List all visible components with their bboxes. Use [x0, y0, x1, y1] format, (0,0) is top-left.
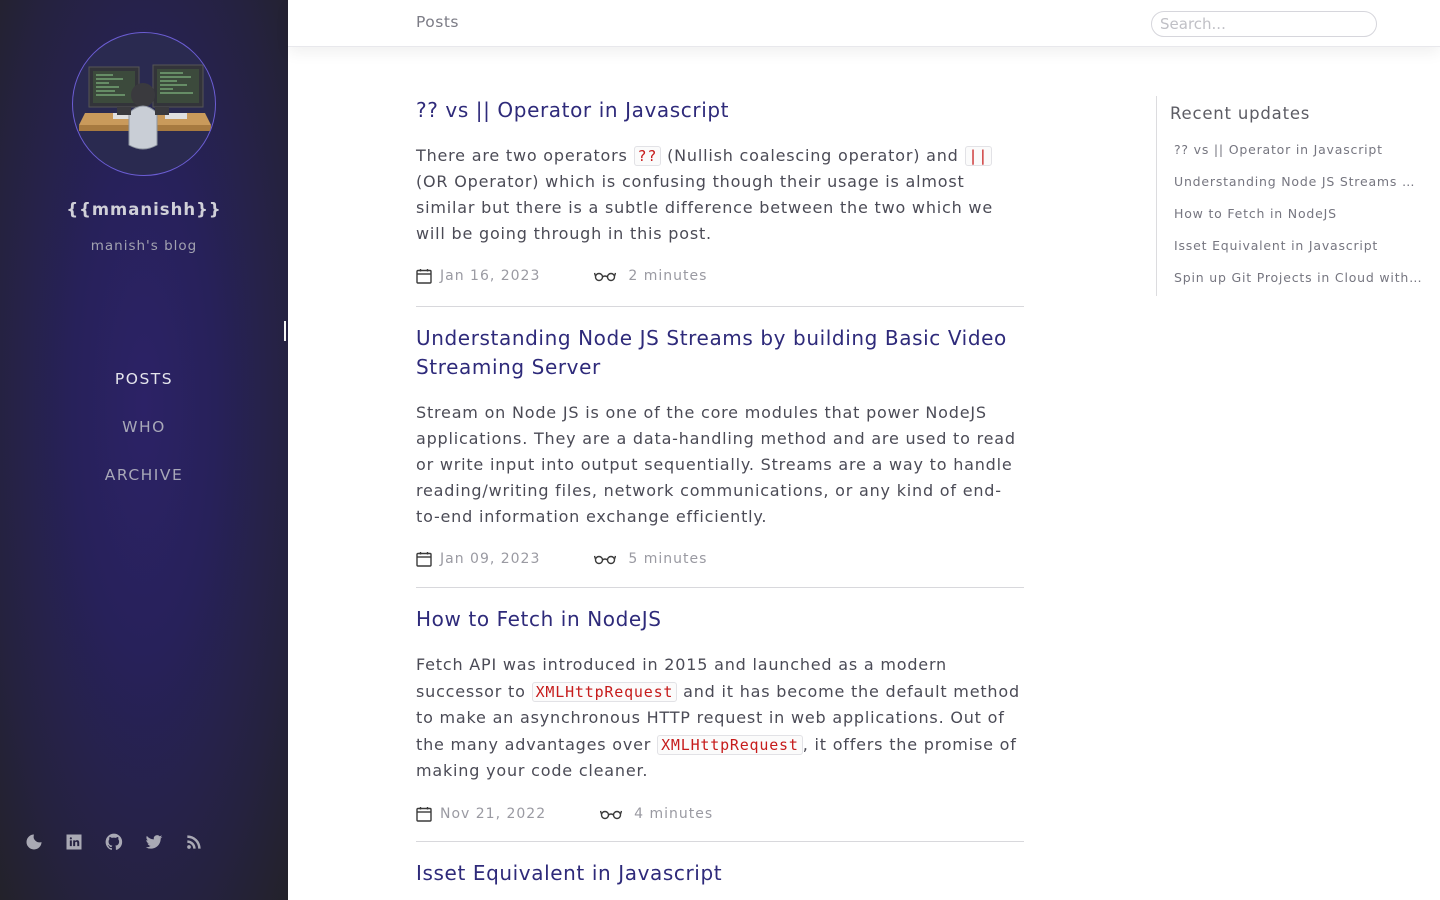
post-item: Isset Equivalent in Javascript	[416, 842, 1024, 888]
glasses-icon	[594, 550, 624, 568]
inline-code: ||	[964, 146, 993, 166]
github-icon[interactable]	[104, 828, 124, 856]
post-meta: Jan 09, 2023 5 minutes	[416, 550, 1024, 584]
top-bar: Posts	[288, 0, 1440, 47]
site-subtitle: manish's blog	[90, 238, 198, 254]
post-date: Jan 09, 2023	[416, 550, 540, 568]
inline-code: XMLHttpRequest	[531, 681, 678, 702]
moon-icon[interactable]	[24, 828, 44, 856]
breadcrumb: Posts	[416, 13, 460, 31]
excerpt-text: There are two operators	[416, 146, 634, 165]
social-links	[24, 828, 204, 856]
search-input[interactable]	[1151, 11, 1377, 37]
sidebar-resize-handle[interactable]	[284, 321, 286, 341]
post-date: Nov 21, 2022	[416, 805, 546, 823]
glasses-icon	[594, 267, 624, 285]
recent-update-link[interactable]: How to Fetch in NodeJS	[1174, 206, 1422, 238]
post-list: ?? vs || Operator in Javascript There ar…	[416, 96, 1024, 888]
post-read-time: 2 minutes	[594, 267, 707, 285]
nav-item-who[interactable]: WHO	[0, 413, 288, 461]
post-date-text: Nov 21, 2022	[440, 805, 547, 822]
avatar[interactable]	[72, 32, 216, 176]
excerpt-text: (Nullish coalescing operator) and	[661, 146, 965, 165]
post-title[interactable]: ?? vs || Operator in Javascript	[416, 96, 1024, 125]
post-excerpt: Fetch API was introduced in 2015 and lau…	[416, 652, 1024, 785]
recent-updates-list: ?? vs || Operator in Javascript Understa…	[1174, 142, 1422, 302]
post-title[interactable]: Understanding Node JS Streams by buildin…	[416, 324, 1024, 382]
recent-update-link[interactable]: Understanding Node JS Streams by buildin…	[1174, 174, 1422, 206]
calendar-icon	[416, 267, 436, 285]
post-item: How to Fetch in NodeJS Fetch API was int…	[416, 588, 1024, 842]
nav-item-posts[interactable]: POSTS	[0, 365, 288, 413]
inline-code: XMLHttpRequest	[657, 734, 803, 755]
post-title[interactable]: Isset Equivalent in Javascript	[416, 859, 1024, 888]
rss-icon[interactable]	[184, 828, 204, 856]
post-read-time: 5 minutes	[594, 550, 707, 568]
linkedin-icon[interactable]	[64, 828, 84, 856]
main-nav: POSTS WHO ARCHIVE	[0, 365, 288, 509]
calendar-icon	[416, 550, 436, 568]
post-item: ?? vs || Operator in Javascript There ar…	[416, 96, 1024, 307]
post-item: Understanding Node JS Streams by buildin…	[416, 307, 1024, 588]
post-excerpt: There are two operators ?? (Nullish coal…	[416, 143, 1024, 247]
recent-update-link[interactable]: Spin up Git Projects in Cloud within Sec…	[1174, 270, 1422, 302]
inline-code: ??	[633, 146, 662, 166]
recent-updates-title: Recent updates	[1170, 104, 1311, 123]
post-date-text: Jan 16, 2023	[440, 268, 541, 284]
excerpt-text: Stream on Node JS is one of the core mod…	[416, 403, 1016, 526]
avatar-illustration	[79, 64, 211, 150]
excerpt-text: (OR Operator) which is confusing though …	[416, 172, 993, 243]
recent-update-link[interactable]: Isset Equivalent in Javascript	[1174, 238, 1422, 270]
post-title[interactable]: How to Fetch in NodeJS	[416, 605, 1024, 634]
calendar-icon	[416, 805, 436, 823]
read-time-text: 5 minutes	[628, 551, 708, 567]
read-time-text: 2 minutes	[628, 268, 708, 284]
glasses-icon	[600, 805, 630, 823]
post-read-time: 4 minutes	[600, 805, 713, 823]
recent-updates-panel: Recent updates ?? vs || Operator in Java…	[1156, 96, 1426, 296]
post-date: Jan 16, 2023	[416, 267, 540, 285]
post-date-text: Jan 09, 2023	[440, 551, 541, 567]
twitter-icon[interactable]	[144, 828, 164, 856]
post-meta: Jan 16, 2023 2 minutes	[416, 267, 1024, 301]
post-meta: Nov 21, 2022 4 minutes	[416, 805, 1024, 839]
recent-update-link[interactable]: ?? vs || Operator in Javascript	[1174, 142, 1422, 174]
read-time-text: 4 minutes	[634, 805, 714, 822]
sidebar: {{mmanishh}} manish's blog POSTS WHO ARC…	[0, 0, 288, 900]
site-title[interactable]: {{mmanishh}}	[0, 200, 288, 219]
nav-item-archive[interactable]: ARCHIVE	[0, 461, 288, 509]
post-excerpt: Stream on Node JS is one of the core mod…	[416, 400, 1024, 530]
